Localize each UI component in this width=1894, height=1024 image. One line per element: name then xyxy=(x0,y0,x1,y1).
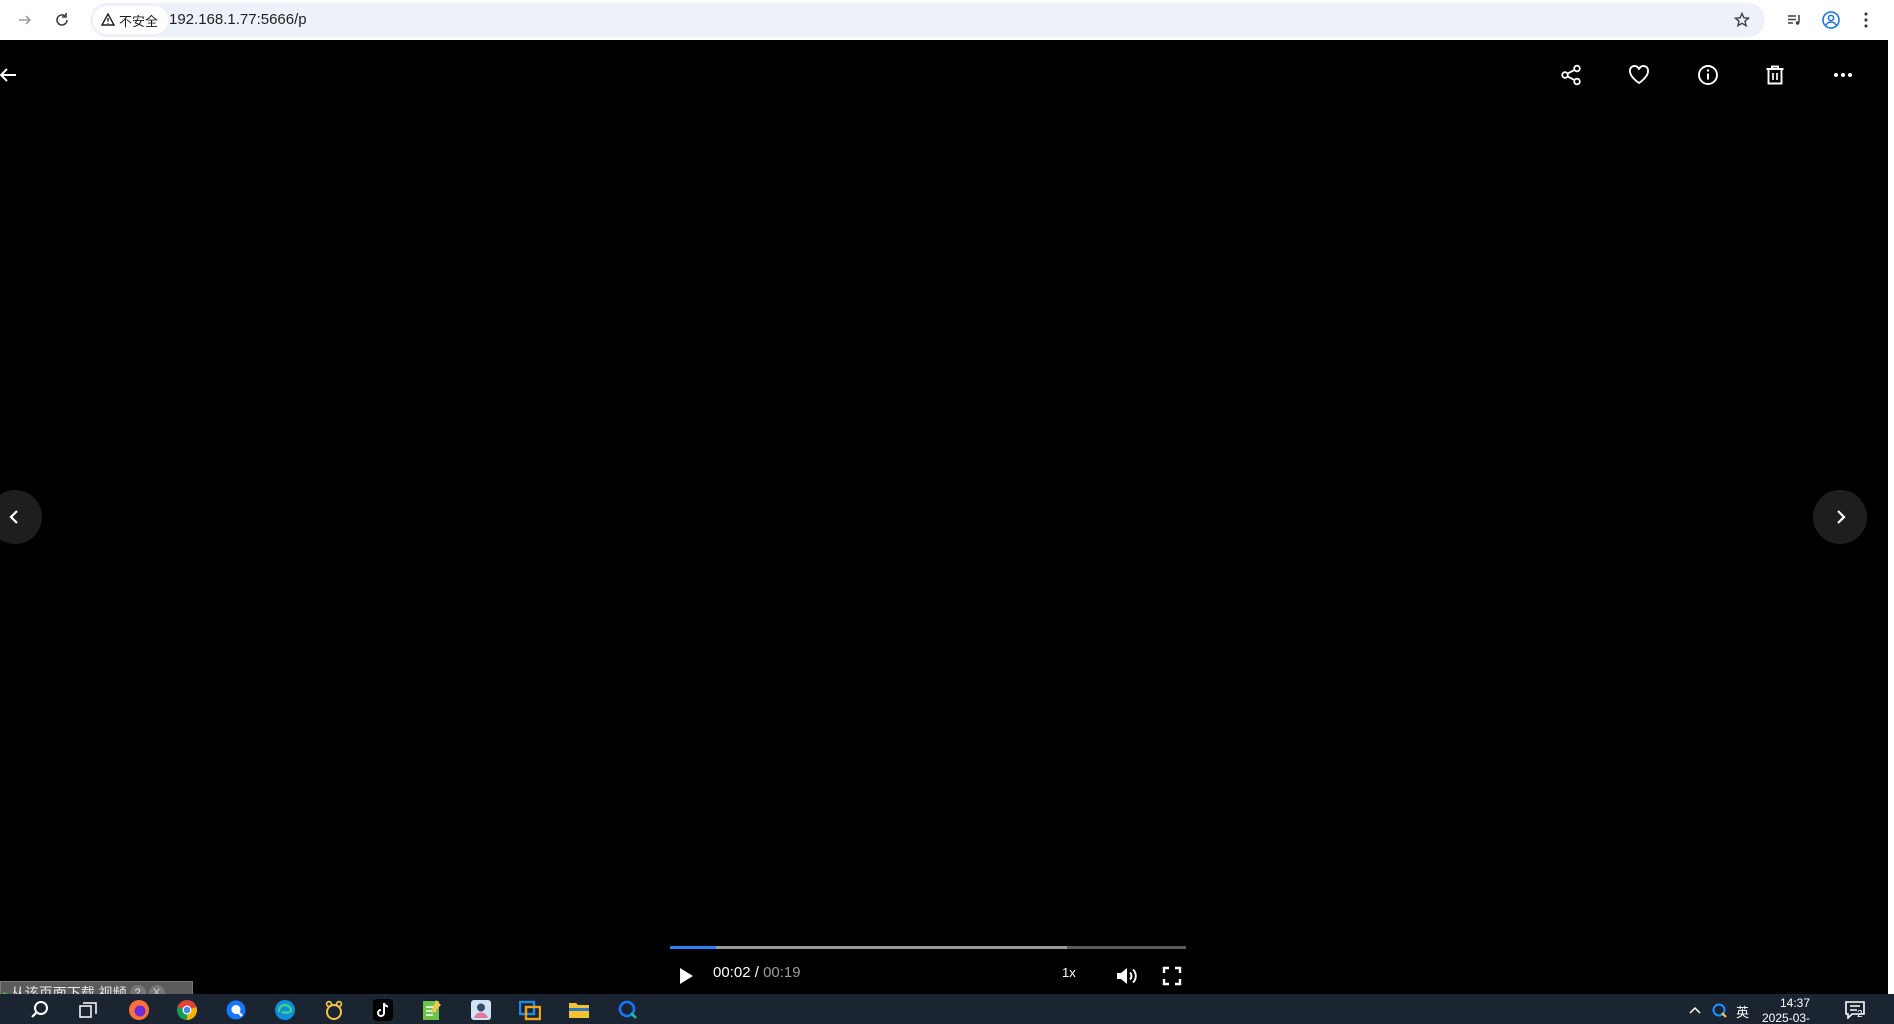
security-chip[interactable]: 不安全 xyxy=(93,6,169,34)
taskbar-search-button[interactable] xyxy=(27,997,53,1023)
media-viewer: 00:02 / 00:19 1x ▶从该页面下载 视频 ? X xyxy=(0,40,1894,1005)
chevron-right-icon xyxy=(1837,510,1846,524)
star-icon xyxy=(1734,12,1750,28)
share-icon xyxy=(1561,64,1581,86)
previous-media-button[interactable] xyxy=(0,490,42,544)
tray-overflow-button[interactable] xyxy=(1685,997,1705,1023)
tiktok-icon xyxy=(373,999,393,1021)
windows-app-icon xyxy=(519,1000,541,1021)
kebab-menu-icon xyxy=(1864,12,1868,28)
address-bar[interactable]: 不安全 192.168.1.77:5666/p xyxy=(90,3,1765,37)
browser-toolbar: 不安全 192.168.1.77:5666/p xyxy=(0,0,1894,40)
chrome-icon xyxy=(177,1000,197,1020)
taskbar-windows-app[interactable] xyxy=(517,997,543,1023)
chevron-left-icon xyxy=(9,510,18,524)
heart-icon xyxy=(1629,65,1649,85)
clock[interactable]: 14:37 2025-03-28 xyxy=(1762,996,1822,1024)
profile-icon xyxy=(1822,11,1840,29)
notepad-icon xyxy=(423,1000,441,1020)
delete-button[interactable] xyxy=(1755,55,1795,95)
page-edge xyxy=(1888,40,1894,994)
chevron-up-icon xyxy=(1689,1006,1701,1014)
total-time: 00:19 xyxy=(763,964,801,981)
contact-card-icon xyxy=(471,1000,491,1020)
tray-app-icon[interactable] xyxy=(1709,997,1731,1023)
time-display: 00:02 / 00:19 xyxy=(713,964,801,981)
task-view-icon xyxy=(79,1002,97,1018)
clock-date: 2025-03-28 xyxy=(1762,1011,1811,1024)
taskbar-weather-app[interactable] xyxy=(321,997,347,1023)
taskbar-notepad-app[interactable] xyxy=(419,997,445,1023)
app-q-icon xyxy=(226,1000,246,1020)
share-button[interactable] xyxy=(1551,55,1591,95)
taskbar-edge[interactable] xyxy=(272,997,298,1023)
browser-menu-button[interactable] xyxy=(1851,5,1881,35)
media-controls-button[interactable] xyxy=(1779,5,1809,35)
taskbar-tiktok[interactable] xyxy=(370,997,396,1023)
url-text[interactable]: 192.168.1.77:5666/p xyxy=(169,11,307,28)
cloud-sync-icon xyxy=(1712,1003,1727,1018)
paw-icon xyxy=(325,1000,343,1020)
progress-buffered xyxy=(670,946,1068,949)
edge-icon xyxy=(275,1000,295,1020)
security-label: 不安全 xyxy=(119,13,159,29)
fullscreen-button[interactable] xyxy=(1155,958,1189,994)
taskbar: 英 14:37 2025-03-28 2 xyxy=(0,994,1894,1024)
taskbar-file-explorer[interactable] xyxy=(566,997,592,1023)
folder-icon xyxy=(569,1003,589,1018)
forward-arrow-icon xyxy=(19,15,32,25)
taskbar-contact-app[interactable] xyxy=(468,997,494,1023)
forward-button[interactable] xyxy=(10,5,40,35)
taskbar-firefox[interactable] xyxy=(126,997,152,1023)
info-icon xyxy=(1698,65,1718,85)
music-queue-icon xyxy=(1788,15,1800,25)
time-separator: / xyxy=(750,964,764,981)
more-horizontal-icon xyxy=(1834,73,1852,77)
firefox-icon xyxy=(129,1000,149,1020)
clock-time: 14:37 xyxy=(1780,996,1811,1010)
progress-played xyxy=(670,946,717,949)
more-options-button[interactable] xyxy=(1823,55,1863,95)
current-time: 00:02 xyxy=(713,964,751,981)
play-icon xyxy=(680,968,693,984)
bookmark-star-button[interactable] xyxy=(1731,9,1753,31)
task-view-button[interactable] xyxy=(75,997,101,1023)
favorite-button[interactable] xyxy=(1619,55,1659,95)
warning-icon xyxy=(101,13,115,26)
volume-button[interactable] xyxy=(1110,958,1144,994)
fullscreen-icon xyxy=(1162,966,1182,986)
taskbar-browser-app[interactable] xyxy=(615,997,641,1023)
video-progress-bar[interactable] xyxy=(670,946,1186,949)
reload-icon xyxy=(56,13,68,26)
info-button[interactable] xyxy=(1688,55,1728,95)
trash-icon xyxy=(1766,65,1784,85)
playback-speed-button[interactable]: 1x xyxy=(1062,965,1076,980)
back-arrow-icon xyxy=(0,68,16,82)
notification-center-button[interactable]: 2 xyxy=(1842,997,1868,1023)
browser-q-icon xyxy=(618,1000,637,1019)
taskbar-chrome[interactable] xyxy=(174,997,200,1023)
profile-button[interactable] xyxy=(1816,5,1846,35)
play-button[interactable] xyxy=(668,958,704,994)
taskbar-app-blue[interactable] xyxy=(223,997,249,1023)
notification-count: 2 xyxy=(1857,1009,1863,1020)
reload-button[interactable] xyxy=(47,5,77,35)
volume-icon xyxy=(1117,968,1137,984)
back-button[interactable] xyxy=(0,55,28,95)
search-icon xyxy=(31,1001,48,1018)
next-media-button[interactable] xyxy=(1813,490,1867,544)
ime-indicator[interactable]: 英 xyxy=(1736,1002,1749,1021)
